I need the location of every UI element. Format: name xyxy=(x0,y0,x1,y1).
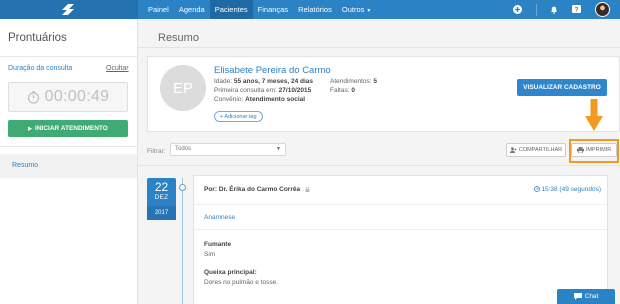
nav-relatorios[interactable]: Relatórios xyxy=(293,0,337,19)
sidebar-item-resumo[interactable]: Resumo xyxy=(0,154,137,178)
printer-icon xyxy=(576,147,584,153)
chat-label: Chat xyxy=(584,293,599,300)
chat-button[interactable]: Chat xyxy=(557,289,615,304)
timeline-line xyxy=(182,178,183,304)
chat-icon xyxy=(573,293,582,300)
timer-value: 00:00:49 xyxy=(44,88,110,105)
timeline-dot xyxy=(179,184,186,191)
divider xyxy=(138,47,620,48)
print-button[interactable]: IMPRIMIR xyxy=(571,143,617,157)
anamnese-section-link[interactable]: Anamnese xyxy=(204,214,235,221)
page-title: Resumo xyxy=(158,32,199,44)
sidebar-title: Prontuários xyxy=(8,32,67,44)
sidebar: Prontuários Duração da consulta Ocultar … xyxy=(0,19,138,304)
entry-author-name: Por: Dr. Érika do Carmo Corrêa xyxy=(204,186,301,193)
lock-icon xyxy=(305,186,310,192)
start-consultation-label: INICIAR ATENDIMENTO xyxy=(35,125,108,132)
date-year: 2017 xyxy=(147,206,176,220)
nav-financas[interactable]: Finanças xyxy=(253,0,293,19)
add-tag-button[interactable]: + Adicionar tag xyxy=(214,111,263,122)
age-label: Idade: xyxy=(214,78,233,85)
divider xyxy=(194,229,607,230)
patient-age-row: Idade: 55 anos, 7 meses, 24 dias xyxy=(214,78,313,85)
svg-text:?: ? xyxy=(575,7,579,14)
appointments-value: 5 xyxy=(373,78,377,85)
bell-icon[interactable] xyxy=(549,5,558,14)
play-icon: ▶ xyxy=(28,125,33,132)
start-consultation-button[interactable]: ▶ INICIAR ATENDIMENTO xyxy=(8,120,128,137)
patient-name[interactable]: Elisabete Pereira do Carmo xyxy=(214,65,331,76)
timeline-entry: Por: Dr. Érika do Carmo Corrêa 15:38 (49… xyxy=(193,175,608,304)
app-logo-icon xyxy=(62,4,74,15)
top-navbar: Painel Agenda Pacientes Finanças Relatór… xyxy=(0,0,620,19)
help-icon[interactable]: ? xyxy=(572,5,581,14)
logo-area[interactable] xyxy=(0,0,138,19)
nav-outros-label: Outros xyxy=(341,5,365,14)
field-value-smoker: Sim xyxy=(204,251,216,258)
entry-time-value: 15:38 (49 segundos) xyxy=(541,186,601,193)
share-button[interactable]: COMPARTILHAR xyxy=(506,143,566,157)
filter-label: Filtrar: xyxy=(147,148,166,155)
divider xyxy=(194,204,607,205)
patient-card: EP Elisabete Pereira do Carmo Idade: 55 … xyxy=(147,56,620,132)
date-day: 22 xyxy=(154,180,169,194)
divider-icon xyxy=(536,3,537,16)
user-avatar[interactable] xyxy=(595,2,610,17)
patient-avatar: EP xyxy=(160,65,206,111)
top-icons: ? xyxy=(513,0,620,19)
add-icon[interactable] xyxy=(513,5,522,14)
nav-pacientes[interactable]: Pacientes xyxy=(209,0,253,19)
patient-insurance-row: Convênio: Atendimento social xyxy=(214,96,305,103)
field-label-smoker: Fumante xyxy=(204,241,232,248)
insurance-value: Atendimento social xyxy=(245,96,306,103)
consultation-timer: 00:00:49 xyxy=(8,82,128,112)
consultation-duration-label: Duração da consulta xyxy=(8,65,73,72)
arrow-down-icon xyxy=(585,99,603,131)
hide-timer-link[interactable]: Ocultar xyxy=(106,65,129,72)
divider xyxy=(138,165,620,166)
view-record-button[interactable]: VISUALIZAR CADASTRO xyxy=(517,79,607,96)
patient-first-visit-row: Primeira consulta em: 27/10/2015 xyxy=(214,87,311,94)
absences-value: 0 xyxy=(351,87,355,94)
filter-select[interactable]: Todos ▼ xyxy=(170,143,286,156)
entry-author: Por: Dr. Érika do Carmo Corrêa xyxy=(204,186,310,193)
nav-outros[interactable]: Outros ▼ xyxy=(337,0,376,19)
stopwatch-icon xyxy=(27,90,39,104)
divider xyxy=(0,146,137,147)
field-value-complaint: Dores no pulmão e tosse. xyxy=(204,279,279,286)
entry-time: 15:38 (49 segundos) xyxy=(533,186,601,193)
nav-agenda[interactable]: Agenda xyxy=(174,0,210,19)
absences-row: Faltas: 0 xyxy=(330,87,355,94)
field-label-complaint: Queixa principal: xyxy=(204,269,257,276)
filter-value: Todos xyxy=(175,146,192,152)
main-nav: Painel Agenda Pacientes Finanças Relatór… xyxy=(143,0,376,19)
print-button-label: IMPRIMIR xyxy=(585,147,612,153)
nav-painel[interactable]: Painel xyxy=(143,0,174,19)
absences-label: Faltas: xyxy=(330,87,350,94)
timeline-date: 22 DEZ 2017 xyxy=(147,178,176,220)
first-visit-value: 27/10/2015 xyxy=(278,87,312,94)
age-value: 55 anos, 7 meses, 24 dias xyxy=(233,78,314,85)
first-visit-label: Primeira consulta em: xyxy=(214,87,277,94)
appointments-row: Atendimentos: 5 xyxy=(330,78,377,85)
appointments-label: Atendimentos: xyxy=(330,78,372,85)
date-month: DEZ xyxy=(154,194,169,201)
clock-icon xyxy=(533,186,540,193)
chevron-down-icon: ▼ xyxy=(366,8,372,14)
divider xyxy=(0,56,137,57)
user-add-icon xyxy=(509,147,517,153)
share-button-label: COMPARTILHAR xyxy=(518,147,563,153)
insurance-label: Convênio: xyxy=(214,96,244,103)
chevron-down-icon: ▼ xyxy=(276,146,281,152)
